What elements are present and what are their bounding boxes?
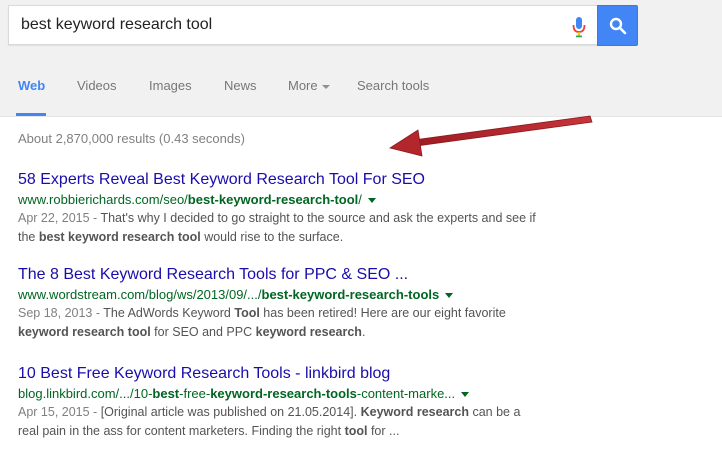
result-date: Sep 18, 2013 -: [18, 306, 104, 320]
result-url-suffix: -content-marke...: [356, 386, 456, 401]
result-url-bold: best-keyword-research-tool: [187, 192, 359, 207]
result-url-mid: -free-: [179, 386, 211, 401]
result-snippet: Sep 18, 2013 - The AdWords Keyword Tool …: [18, 304, 538, 342]
url-options-caret-icon[interactable]: [461, 392, 470, 398]
result-url-prefix: www.wordstream.com/blog/ws/2013/09/.../: [18, 287, 262, 302]
search-box: [8, 5, 597, 45]
search-tabs: Web Videos Images News More Search tools: [0, 58, 722, 117]
url-options-caret-icon[interactable]: [445, 293, 454, 299]
result-stats: About 2,870,000 results (0.43 seconds): [18, 131, 245, 146]
snippet-text: for SEO and PPC: [150, 325, 256, 339]
snippet-bold: best keyword research tool: [38, 230, 201, 244]
result-title-link[interactable]: 10 Best Free Keyword Research Tools - li…: [18, 364, 538, 384]
snippet-text: [Original article was published on 21.05…: [100, 405, 361, 419]
tab-web[interactable]: Web: [18, 78, 45, 93]
result-title-link[interactable]: 58 Experts Reveal Best Keyword Research …: [18, 170, 538, 190]
snippet-text: .: [361, 325, 366, 339]
chevron-down-icon: [321, 84, 330, 89]
snippet-text: has been retired! Here are our eight fav…: [259, 306, 506, 320]
result-url-bold: best-keyword-research-tools: [261, 287, 440, 302]
result-url: www.wordstream.com/blog/ws/2013/09/.../b…: [18, 286, 538, 304]
url-options-caret-icon[interactable]: [367, 198, 376, 204]
snippet-bold: Tool: [234, 306, 260, 320]
result-url-suffix: /: [358, 192, 362, 207]
result-date: Apr 22, 2015 -: [18, 211, 101, 225]
search-icon: [609, 17, 626, 34]
snippet-bold: tool: [344, 424, 368, 438]
tab-search-tools[interactable]: Search tools: [357, 78, 429, 93]
result-url: blog.linkbird.com/.../10-best-free-keywo…: [18, 385, 538, 403]
tab-videos[interactable]: Videos: [77, 78, 117, 93]
snippet-bold: keyword research tool: [18, 325, 151, 339]
result-title-link[interactable]: The 8 Best Keyword Research Tools for PP…: [18, 265, 538, 285]
result-snippet: Apr 22, 2015 - That's why I decided to g…: [18, 209, 538, 247]
search-input[interactable]: [21, 6, 551, 44]
tab-more-label: More: [288, 78, 318, 93]
search-button[interactable]: [597, 5, 638, 46]
result-url-bold: keyword-research-tools: [210, 386, 357, 401]
snippet-text: The AdWords Keyword: [103, 306, 235, 320]
search-result: 58 Experts Reveal Best Keyword Research …: [18, 170, 538, 247]
microphone-icon[interactable]: [571, 16, 587, 38]
result-url: www.robbierichards.com/seo/best-keyword-…: [18, 191, 538, 209]
tab-images[interactable]: Images: [149, 78, 192, 93]
tab-news[interactable]: News: [224, 78, 257, 93]
active-tab-indicator: [16, 113, 46, 116]
tab-more[interactable]: More: [288, 78, 330, 93]
result-date: Apr 15, 2015 -: [18, 405, 101, 419]
result-url-prefix: www.robbierichards.com/seo/: [18, 192, 188, 207]
snippet-bold: keyword research: [255, 325, 362, 339]
search-result: 10 Best Free Keyword Research Tools - li…: [18, 364, 538, 441]
search-header: [0, 0, 722, 58]
result-url-prefix: blog.linkbird.com/.../10-: [18, 386, 153, 401]
annotation-arrow-icon: [389, 115, 593, 157]
snippet-bold: Keyword research: [360, 405, 469, 419]
result-url-bold: best: [152, 386, 180, 401]
snippet-text: for ...: [367, 424, 400, 438]
result-snippet: Apr 15, 2015 - [Original article was pub…: [18, 403, 538, 441]
snippet-text: would rise to the surface.: [200, 230, 344, 244]
search-result: The 8 Best Keyword Research Tools for PP…: [18, 265, 538, 342]
